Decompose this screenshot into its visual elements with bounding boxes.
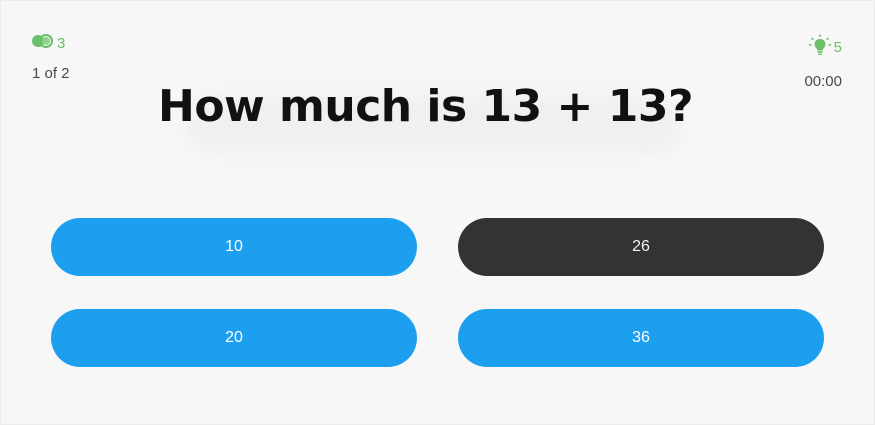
quiz-screen: 3 1 of 2 5 00:00 How much is 13 + 13? 10… <box>0 0 875 425</box>
status-right: 5 00:00 <box>804 34 842 91</box>
answer-grid: 10 26 20 36 <box>51 218 824 367</box>
question-progress: 1 of 2 <box>32 65 70 82</box>
question-text: How much is 13 + 13? <box>158 81 694 132</box>
hints-count: 5 <box>833 38 842 56</box>
hints-counter[interactable]: 5 <box>804 34 842 61</box>
lightbulb-icon[interactable] <box>808 34 832 61</box>
coins-icon <box>31 34 55 53</box>
answer-option[interactable]: 36 <box>458 309 824 367</box>
timer: 00:00 <box>804 73 842 90</box>
coins-count: 3 <box>57 34 66 52</box>
status-left: 3 1 of 2 <box>31 34 70 83</box>
coins-counter: 3 <box>31 34 70 53</box>
answer-option-selected[interactable]: 26 <box>458 218 824 276</box>
answer-option[interactable]: 20 <box>51 309 417 367</box>
answer-option[interactable]: 10 <box>51 218 417 276</box>
